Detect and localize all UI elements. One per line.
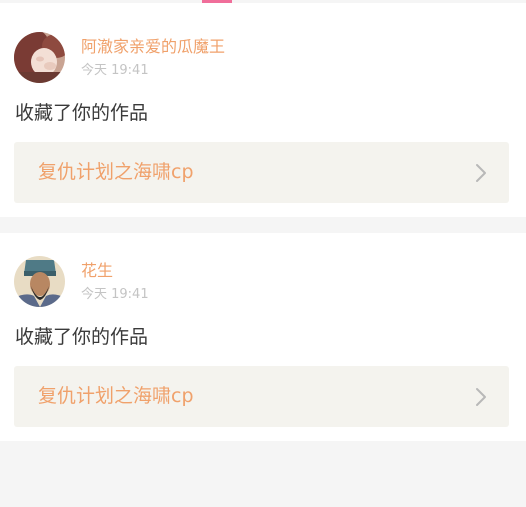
chevron-right-icon	[476, 388, 486, 406]
work-title: 复仇计划之海啸cp	[38, 385, 194, 407]
avatar[interactable]	[14, 32, 65, 83]
notification-card: 阿澈家亲爱的瓜魔王 今天 19:41 收藏了你的作品 复仇计划之海啸cp	[0, 3, 526, 217]
timestamp: 今天 19:41	[81, 287, 149, 302]
avatar[interactable]	[14, 256, 65, 307]
notification-card: 花生 今天 19:41 收藏了你的作品 复仇计划之海啸cp	[0, 233, 526, 441]
timestamp: 今天 19:41	[81, 63, 149, 78]
username[interactable]: 花生	[81, 261, 113, 281]
chevron-right-icon	[476, 164, 486, 182]
username[interactable]: 阿澈家亲爱的瓜魔王	[81, 37, 225, 57]
work-link[interactable]: 复仇计划之海啸cp	[14, 366, 509, 427]
work-title: 复仇计划之海啸cp	[38, 161, 194, 183]
action-text: 收藏了你的作品	[15, 102, 149, 124]
action-text: 收藏了你的作品	[15, 326, 149, 348]
work-link[interactable]: 复仇计划之海啸cp	[14, 142, 509, 203]
